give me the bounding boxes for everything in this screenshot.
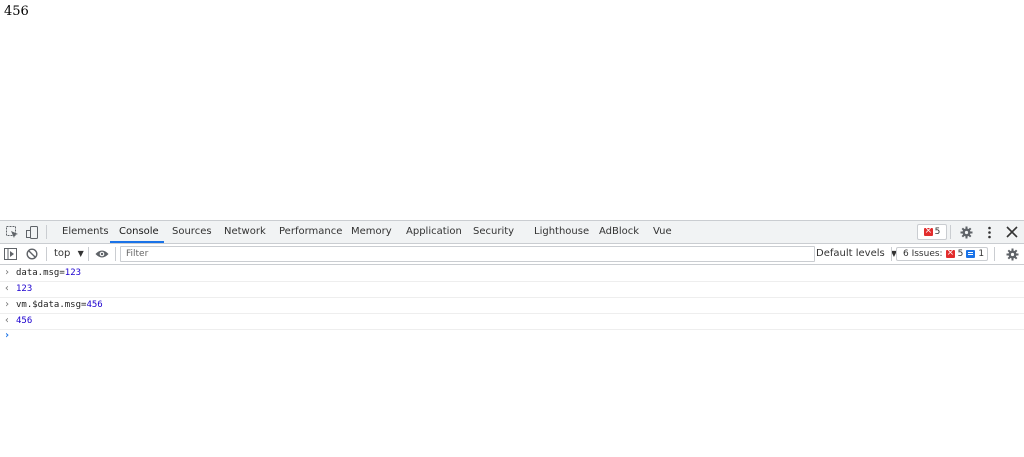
tabbar-divider <box>46 225 47 239</box>
error-count-badge[interactable]: 5 <box>917 224 947 240</box>
console-command[interactable]: data.msg=123 <box>16 265 81 281</box>
error-icon <box>923 225 933 237</box>
live-expression-eye-icon[interactable] <box>94 246 110 262</box>
tab-application[interactable]: Application <box>406 221 462 243</box>
page-viewport: 456 <box>0 0 1024 220</box>
tab-sources[interactable]: Sources <box>172 221 212 243</box>
clear-console-icon[interactable] <box>24 246 40 262</box>
devtools-panel: Elements Console Sources Network Perform… <box>0 220 1024 457</box>
console-result[interactable]: 123 <box>16 281 32 297</box>
console-settings-gear-icon[interactable] <box>1004 246 1020 262</box>
console-toolbar: top ▼ Default levels ▼ 6 Issues: 5 1 <box>0 244 1024 265</box>
command-code: data.msg <box>16 268 60 278</box>
tab-network[interactable]: Network <box>224 221 266 243</box>
result-arrow-icon: ‹ <box>4 283 11 294</box>
tabbar-divider-right <box>950 225 951 239</box>
more-options-icon[interactable] <box>981 224 997 240</box>
tab-security[interactable]: Security <box>473 221 514 243</box>
toolbar-divider-2 <box>88 247 89 261</box>
issues-info-icon <box>966 250 976 258</box>
active-tab-indicator <box>110 241 164 243</box>
prompt-arrow-icon: › <box>4 330 11 341</box>
console-result-row: ‹ 123 <box>0 281 1024 298</box>
console-input-row: › data.msg=123 <box>0 265 1024 282</box>
input-arrow-icon: › <box>4 267 11 278</box>
tab-performance[interactable]: Performance <box>279 221 342 243</box>
log-levels-dropdown[interactable]: Default levels ▼ <box>816 244 897 264</box>
console-prompt[interactable]: › <box>0 328 1024 345</box>
command-value: 123 <box>64 268 82 278</box>
toolbar-divider <box>46 247 47 261</box>
tab-memory[interactable]: Memory <box>351 221 392 243</box>
settings-gear-icon[interactable] <box>958 224 974 240</box>
toolbar-divider-3 <box>115 247 116 261</box>
issues-error-icon <box>945 247 955 259</box>
page-text: 456 <box>4 4 29 19</box>
tab-elements[interactable]: Elements <box>62 221 109 243</box>
console-result[interactable]: 456 <box>16 313 32 329</box>
tab-lighthouse[interactable]: Lighthouse <box>534 221 589 243</box>
devtools-tabbar: Elements Console Sources Network Perform… <box>0 221 1024 244</box>
close-devtools-icon[interactable] <box>1004 224 1020 240</box>
filter-input[interactable] <box>120 246 815 262</box>
tab-console[interactable]: Console <box>119 221 159 243</box>
tab-adblock[interactable]: AdBlock <box>599 221 639 243</box>
issues-button[interactable]: 6 Issues: 5 1 <box>896 247 988 261</box>
toolbar-divider-4 <box>891 247 892 261</box>
device-toolbar-icon[interactable] <box>24 224 40 240</box>
show-sidebar-icon[interactable] <box>2 246 18 262</box>
log-levels-label: Default levels <box>816 248 885 259</box>
console-command[interactable]: vm.$data.msg=456 <box>16 297 103 313</box>
inspect-element-icon[interactable] <box>4 224 20 240</box>
console-input-row: › vm.$data.msg=456 <box>0 297 1024 314</box>
result-arrow-icon: ‹ <box>4 315 11 326</box>
issues-label: 6 Issues: <box>903 249 943 259</box>
caret-down-icon: ▼ <box>77 249 84 258</box>
toolbar-divider-5 <box>994 247 995 261</box>
input-arrow-icon: › <box>4 299 11 310</box>
console-prompt-input[interactable] <box>16 329 1010 345</box>
tab-vue[interactable]: Vue <box>653 221 672 243</box>
command-value: 456 <box>86 300 103 310</box>
command-code: vm.$data.msg <box>16 300 82 310</box>
error-count: 5 <box>934 227 941 237</box>
context-selector[interactable]: top ▼ <box>54 244 84 264</box>
console-output: › data.msg=123 ‹ 123 › vm.$data.msg=456 … <box>0 265 1024 457</box>
issues-error-count: 5 <box>957 249 964 259</box>
issues-info-count: 1 <box>978 249 985 259</box>
context-label: top <box>54 248 71 259</box>
